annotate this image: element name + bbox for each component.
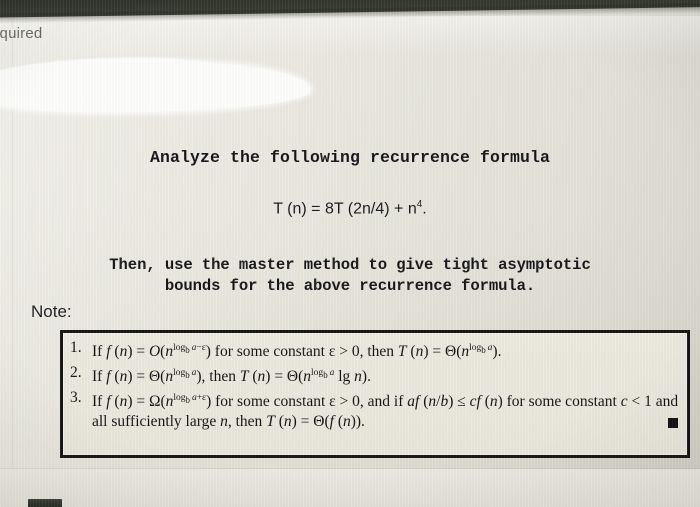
qed-square-marker xyxy=(668,418,678,429)
screenshot-root: equired Analyze the following recurrence… xyxy=(0,0,700,507)
recurrence-formula: T (n) = 8T (2n/4) + n4. xyxy=(0,199,700,218)
bottom-dark-tab xyxy=(28,499,62,507)
theorem-case-2: 2. If f (n) = Θ(nlogb a), then T (n) = Θ… xyxy=(69,363,683,387)
note-label: Note: xyxy=(31,302,72,321)
instruction-line-2: bounds for the above recurrence formula. xyxy=(164,277,536,295)
theorem-case-1: 1. If f (n) = O(nlogb a−ε) for some cons… xyxy=(69,338,683,362)
question-heading: Analyze the following recurrence formula xyxy=(149,148,551,167)
recurrence-formula-base: T (n) = 8T (2n/4) + n xyxy=(273,200,417,218)
upper-light-sheen xyxy=(0,16,700,56)
case-3-number: 3. xyxy=(70,389,82,407)
master-theorem-box: 1. If f (n) = O(nlogb a−ε) for some cons… xyxy=(60,330,690,458)
instruction-line-1: Then, use the master method to give tigh… xyxy=(109,256,591,274)
case-1-number: 1. xyxy=(70,339,82,356)
master-theorem-content: 1. If f (n) = O(nlogb a−ε) for some cons… xyxy=(63,333,687,432)
question-instruction: Then, use the master method to give tigh… xyxy=(30,255,670,297)
theorem-case-3: 3. If f (n) = Ω(nlogb a+ε) for some cons… xyxy=(69,388,683,432)
case-3-text: If f (n) = Ω(nlogb a+ε) for some constan… xyxy=(92,393,679,431)
lower-page-shade xyxy=(0,469,700,507)
case-2-text: If f (n) = Θ(nlogb a), then T (n) = Θ(nl… xyxy=(92,368,371,386)
partial-required-label: equired xyxy=(0,25,43,42)
case-1-text: If f (n) = O(nlogb a−ε) for some constan… xyxy=(92,343,502,361)
recurrence-formula-period: . xyxy=(422,200,427,218)
case-2-number: 2. xyxy=(70,364,82,382)
